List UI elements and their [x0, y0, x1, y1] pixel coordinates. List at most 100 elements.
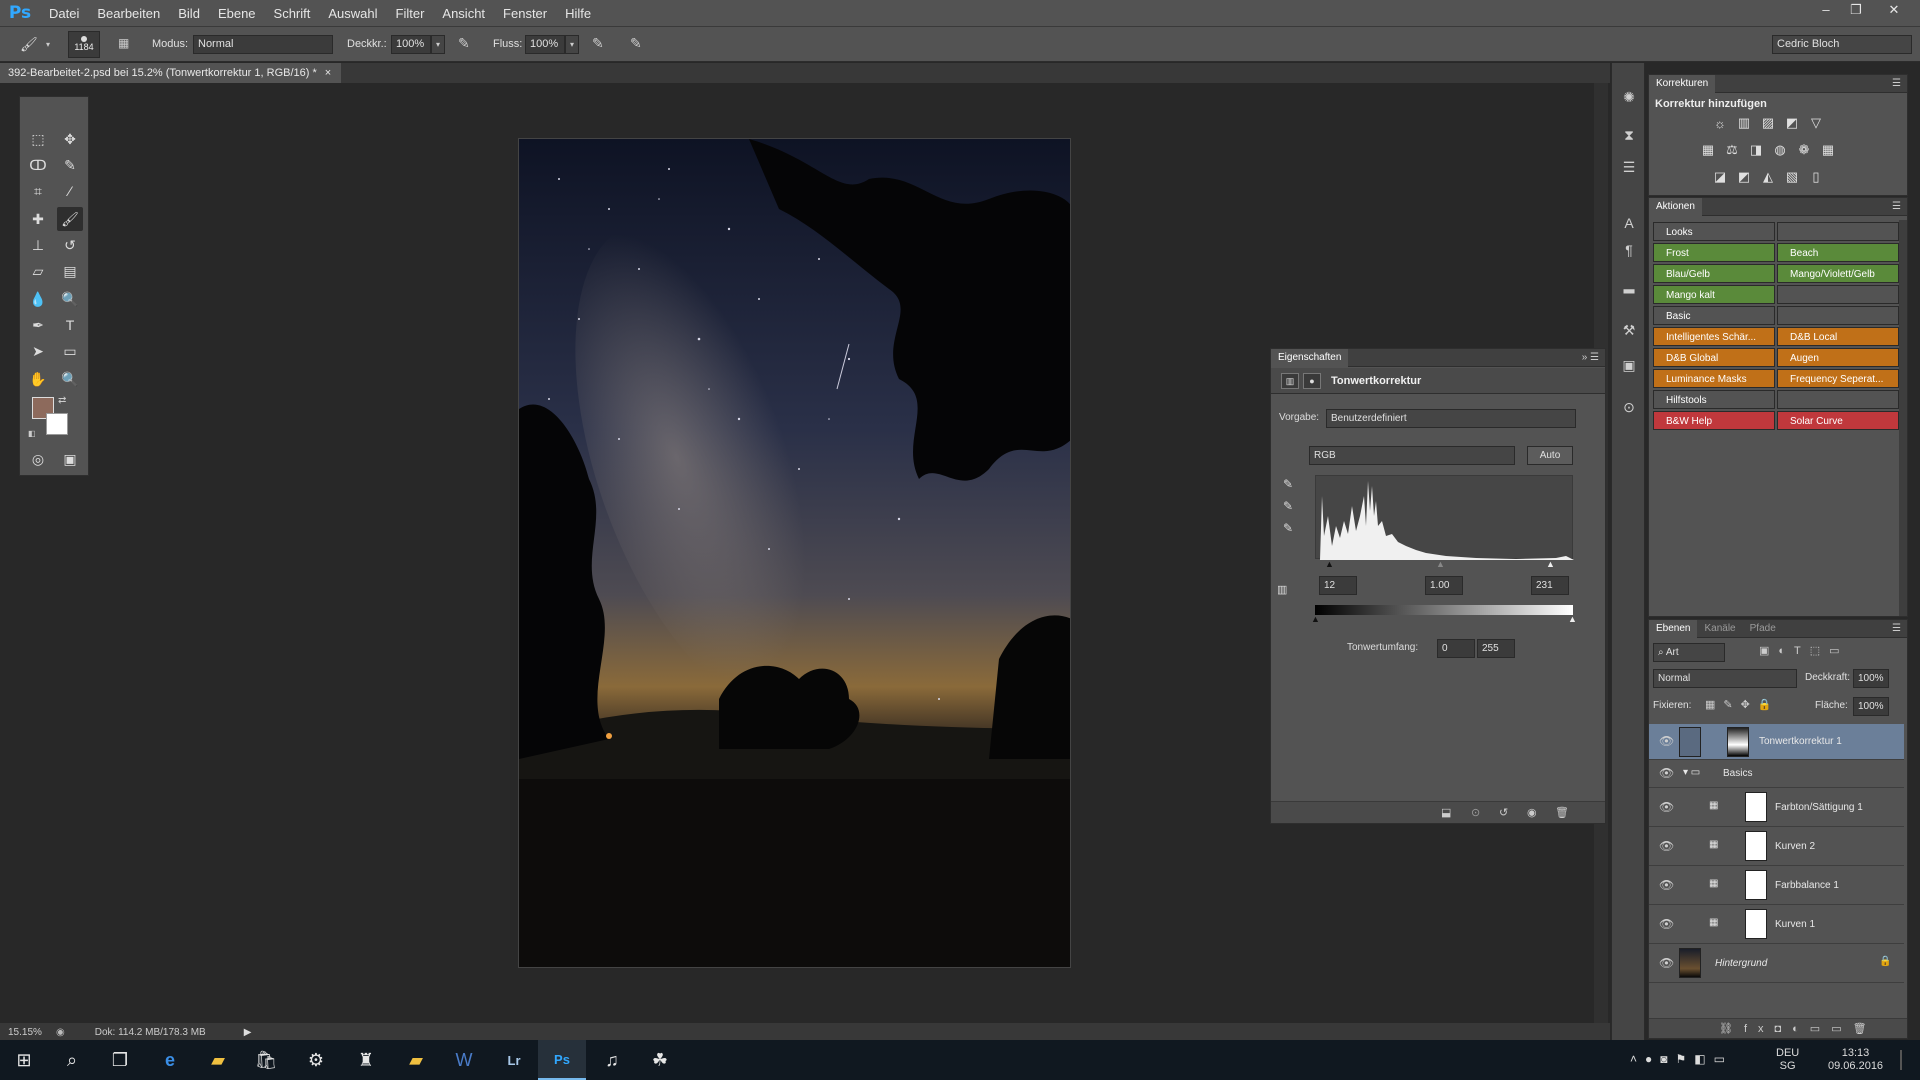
action-item[interactable] — [1777, 222, 1899, 241]
layer-row[interactable]: 👁 ▦ Kurven 1 — [1649, 905, 1904, 944]
swap-colors-icon[interactable]: ⇄ — [58, 395, 66, 406]
menu-datei[interactable]: Datei — [40, 6, 88, 21]
quick-mask-icon[interactable]: ◎ — [25, 447, 51, 471]
action-item[interactable]: Basic — [1653, 306, 1775, 325]
action-item[interactable]: B&W Help — [1653, 411, 1775, 430]
layer-opacity-field[interactable]: 100% — [1853, 669, 1889, 688]
paragraph-icon[interactable]: ¶ — [1617, 238, 1641, 262]
night-sky-photo[interactable] — [518, 138, 1071, 968]
gradient-tool-icon[interactable]: ▤ — [57, 259, 83, 283]
play-icon[interactable]: ▶ — [244, 1027, 252, 1038]
visibility-eye-icon[interactable]: 👁 — [1659, 878, 1674, 892]
zoom-tool-icon[interactable]: 🔍 — [57, 367, 83, 391]
mask-icon[interactable]: ● — [1303, 373, 1321, 389]
brush-tool-icon[interactable]: 🖌 — [57, 207, 83, 231]
action-item[interactable]: Mango kalt — [1653, 285, 1775, 304]
input-black-slider[interactable]: ▲ — [1325, 559, 1334, 569]
move-tool-icon[interactable]: ✥ — [57, 127, 83, 151]
input-white-slider[interactable]: ▲ — [1546, 559, 1555, 569]
layer-row[interactable]: 👁 ▦ Farbbalance 1 — [1649, 866, 1904, 905]
input-black-field[interactable]: 12 — [1319, 576, 1357, 595]
color-lookup-icon[interactable]: ▦ — [1819, 142, 1837, 158]
hue-sat-icon[interactable]: ▦ — [1699, 142, 1717, 158]
background-color-swatch[interactable] — [46, 413, 68, 435]
action-item[interactable]: Frequency Seperat... — [1777, 369, 1899, 388]
opacity-field[interactable]: 100% — [391, 35, 431, 54]
action-item[interactable]: D&B Global — [1653, 348, 1775, 367]
gray-eyedropper-icon[interactable]: ✎ — [1283, 499, 1293, 513]
vibrance-icon[interactable]: ▽ — [1807, 115, 1825, 131]
menu-schrift[interactable]: Schrift — [265, 6, 320, 21]
edge-icon[interactable]: e — [146, 1040, 194, 1080]
input-white-field[interactable]: 231 — [1531, 576, 1569, 595]
threshold-icon[interactable]: ◭ — [1759, 169, 1777, 185]
selective-color-icon[interactable]: ▯ — [1807, 169, 1825, 185]
visibility-eye-icon[interactable]: 👁 — [1659, 766, 1674, 780]
document-tab[interactable]: 392-Bearbeitet-2.psd bei 15.2% (Tonwertk… — [0, 63, 342, 83]
layer-mask-thumb[interactable] — [1745, 870, 1767, 900]
layer-row[interactable]: 👁 ▾ ▭ Basics — [1649, 760, 1904, 788]
brush-tool-icon[interactable]: 🖌 — [20, 36, 38, 53]
panel-menu-icon[interactable]: ☰ — [1892, 78, 1907, 89]
menu-ansicht[interactable]: Ansicht — [433, 6, 494, 21]
close-window-button[interactable]: ✕ — [1880, 0, 1908, 22]
crop-tool-icon[interactable]: ⌗ — [25, 179, 51, 203]
action-item[interactable]: Intelligentes Schär... — [1653, 327, 1775, 346]
action-item[interactable]: Solar Curve — [1777, 411, 1899, 430]
pressure-opacity-icon[interactable]: ✎ — [458, 35, 470, 52]
gradient-map-icon[interactable]: ▧ — [1783, 169, 1801, 185]
curves-icon[interactable]: ▨ — [1759, 115, 1777, 131]
levels-icon[interactable]: ▥ — [1735, 115, 1753, 131]
photo-filter-icon[interactable]: ◍ — [1771, 142, 1789, 158]
pressure-size-icon[interactable]: ✎ — [630, 35, 642, 52]
white-eyedropper-icon[interactable]: ✎ — [1283, 521, 1293, 535]
action-item[interactable]: Mango/Violett/Gelb — [1777, 264, 1899, 283]
tab-aktionen[interactable]: Aktionen — [1649, 197, 1702, 216]
panel-menu-icon[interactable]: ☰ — [1892, 623, 1907, 634]
brush-presets-icon[interactable]: ☰ — [1617, 155, 1641, 179]
view-previous-icon[interactable]: ⊙ — [1471, 806, 1480, 819]
quick-select-icon[interactable]: ✎ — [57, 153, 83, 177]
blend-mode-select[interactable]: Normal — [1653, 669, 1797, 688]
app-icon[interactable]: ♜ — [342, 1040, 390, 1080]
layer-mask-thumb[interactable] — [1745, 909, 1767, 939]
system-tray-icons[interactable]: ˄●◙⚑◧▭ — [1630, 1052, 1733, 1066]
itunes-icon[interactable]: ♫ — [588, 1040, 636, 1080]
lock-icons[interactable]: ▦✎✥🔒 — [1705, 698, 1780, 711]
trash-icon[interactable]: 🗑 — [1555, 806, 1569, 819]
folder-icon[interactable]: ▰ — [392, 1040, 440, 1080]
action-item[interactable]: Beach — [1777, 243, 1899, 262]
layer-mask-thumb[interactable] — [1727, 727, 1749, 757]
layer-filter-select[interactable]: ⌕ Art — [1653, 643, 1725, 662]
black-eyedropper-icon[interactable]: ✎ — [1283, 477, 1293, 491]
layer-mask-thumb[interactable] — [1745, 792, 1767, 822]
action-item[interactable]: Looks — [1653, 222, 1775, 241]
workspace-select[interactable]: Cedric Bloch — [1772, 35, 1912, 54]
menu-bild[interactable]: Bild — [169, 6, 209, 21]
histogram-icon[interactable]: ▂ — [1617, 273, 1641, 297]
type-tool-icon[interactable]: T — [57, 313, 83, 337]
menu-bearbeiten[interactable]: Bearbeiten — [88, 6, 169, 21]
path-select-icon[interactable]: ➤ — [25, 339, 51, 363]
close-tab-icon[interactable]: × — [325, 63, 331, 83]
output-white-slider[interactable]: ▲ — [1568, 614, 1577, 624]
auto-button[interactable]: Auto — [1527, 446, 1573, 465]
navigator-icon[interactable]: ✺ — [1617, 85, 1641, 109]
visibility-eye-icon[interactable]: 👁 — [1659, 734, 1674, 748]
dodge-tool-icon[interactable]: 🔍 — [57, 287, 83, 311]
action-item[interactable]: Hilfstools — [1653, 390, 1775, 409]
windows-start-icon[interactable]: ⊞ — [0, 1040, 48, 1080]
chevron-down-icon[interactable]: ▾ — [46, 40, 50, 49]
status-info-icon[interactable]: ◉ — [56, 1027, 65, 1038]
action-item[interactable]: Luminance Masks — [1653, 369, 1775, 388]
layers-footer-icons[interactable]: ⛓fx◘◐▭▭🗑 — [1649, 1018, 1907, 1038]
file-explorer-icon[interactable]: ▰ — [194, 1040, 242, 1080]
clone-stamp-icon[interactable]: ⊥ — [25, 233, 51, 257]
layer-row[interactable]: 👁 ▦ Farbton/Sättigung 1 — [1649, 788, 1904, 827]
visibility-eye-icon[interactable]: 👁 — [1659, 800, 1674, 814]
marquee-tool-icon[interactable]: ⬚ — [25, 127, 51, 151]
channel-mixer-icon[interactable]: ❁ — [1795, 142, 1813, 158]
eraser-tool-icon[interactable]: ▱ — [25, 259, 51, 283]
photoshop-taskbar-icon[interactable]: Ps — [538, 1040, 586, 1080]
levels-icon[interactable]: ▥ — [1281, 373, 1299, 389]
